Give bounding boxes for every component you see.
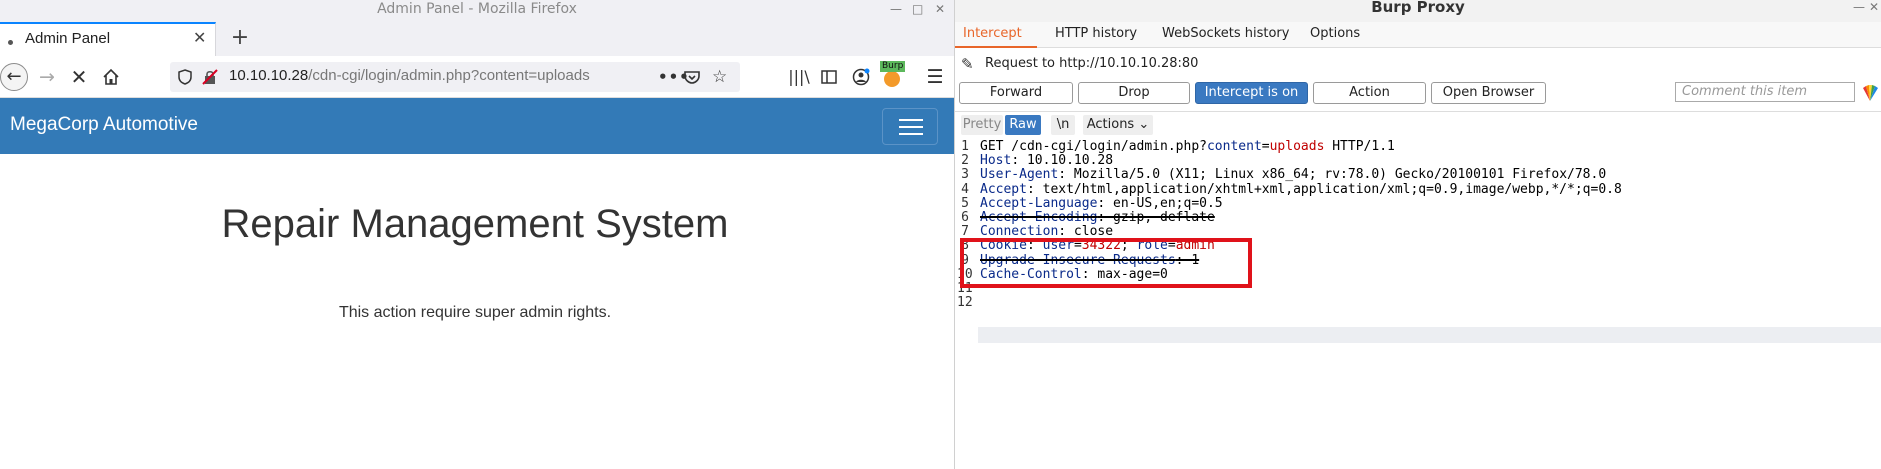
back-icon[interactable]: ← — [0, 63, 28, 91]
line-number: 12 — [957, 295, 973, 311]
library-icon[interactable]: |||\ — [786, 64, 812, 90]
minimize-button[interactable]: — — [890, 0, 902, 20]
burp-close-button[interactable]: ✕ — [1869, 0, 1879, 18]
burp-window-title: Burp Proxy — [1371, 0, 1465, 16]
burp-badge: Burp — [880, 61, 906, 72]
url-path: /cdn-cgi/login/admin.php?content=uploads — [308, 67, 590, 84]
show-newlines-toggle[interactable]: \n — [1051, 115, 1075, 135]
site-navbar: MegaCorp Automotive — [0, 98, 954, 154]
burp-window: Burp Proxy — ✕ Intercept HTTP history We… — [955, 0, 1881, 469]
burp-extension-logo — [884, 71, 900, 87]
sidebar-icon[interactable] — [816, 64, 842, 90]
close-window-button[interactable]: ✕ — [935, 0, 945, 20]
tab-websockets-history[interactable]: WebSockets history — [1162, 26, 1289, 41]
bookmark-star-icon[interactable]: ☆ — [712, 66, 727, 88]
active-tab-indicator — [955, 46, 1037, 48]
editor-actions-label: Actions — [1086, 117, 1135, 132]
tab-close-icon[interactable]: ✕ — [193, 28, 206, 47]
pretty-tab[interactable]: Pretty — [961, 115, 1003, 135]
drop-button[interactable]: Drop — [1078, 82, 1190, 104]
burp-minimize-button[interactable]: — — [1853, 0, 1865, 18]
burp-extension-icon[interactable]: Burp — [874, 61, 906, 91]
intercept-toggle-button[interactable]: Intercept is on — [1195, 82, 1308, 104]
proxy-tabs: Intercept HTTP history WebSockets histor… — [955, 22, 1881, 48]
site-brand[interactable]: MegaCorp Automotive — [10, 114, 198, 136]
request-line: 12 — [955, 294, 1881, 311]
message-editor-toolbar: Pretty Raw \n Actions ⌄ — [955, 111, 1881, 137]
tab-intercept[interactable]: Intercept — [963, 26, 1022, 41]
tab-loading-icon — [8, 40, 13, 45]
request-editor[interactable]: 1 GET /cdn-cgi/login/admin.php?content=up… — [955, 139, 1881, 469]
forward-button[interactable]: Forward — [959, 82, 1073, 104]
navbar-toggler-button[interactable] — [882, 108, 938, 145]
hamburger-icon-bar — [899, 133, 923, 135]
url-bar[interactable]: 10.10.10.28/cdn-cgi/login/admin.php?cont… — [170, 62, 740, 92]
hamburger-icon-bar — [899, 126, 923, 128]
action-button[interactable]: Action — [1313, 82, 1426, 104]
forward-icon[interactable]: → — [34, 64, 60, 90]
current-line-highlight — [978, 327, 1881, 343]
tab-admin-panel[interactable]: Admin Panel ✕ — [0, 22, 216, 58]
editor-actions-dropdown[interactable]: Actions ⌄ — [1083, 115, 1153, 135]
comment-input[interactable]: Comment this item — [1675, 82, 1855, 102]
stop-icon[interactable]: ✕ — [66, 64, 92, 90]
highlight-color-icon[interactable] — [1861, 84, 1879, 102]
tab-options[interactable]: Options — [1310, 26, 1360, 41]
hamburger-icon-bar — [899, 119, 923, 121]
chevron-down-icon: ⌄ — [1138, 117, 1150, 132]
account-icon[interactable] — [848, 64, 874, 90]
insecure-lock-icon[interactable] — [202, 66, 218, 88]
firefox-window: Admin Panel - Mozilla Firefox — □ ✕ Admi… — [0, 0, 954, 469]
page-content: MegaCorp Automotive Repair Management Sy… — [0, 98, 954, 469]
highlight-annotation-box — [960, 238, 1252, 288]
access-message: This action require super admin rights. — [338, 304, 612, 321]
menu-icon[interactable]: ☰ — [922, 64, 948, 90]
edit-pencil-icon: ✎ — [961, 55, 974, 73]
new-tab-button[interactable]: + — [226, 22, 254, 56]
firefox-window-title: Admin Panel - Mozilla Firefox — [377, 1, 577, 17]
shield-icon[interactable] — [178, 66, 192, 88]
tab-label: Admin Panel — [25, 30, 111, 47]
tab-http-history[interactable]: HTTP history — [1055, 26, 1137, 41]
firefox-titlebar: Admin Panel - Mozilla Firefox — □ ✕ — [0, 0, 954, 20]
navigation-toolbar: ← → ✕ 10.10.10.28/cdn-cgi/login/admin.ph… — [0, 56, 954, 98]
maximize-button[interactable]: □ — [912, 0, 923, 20]
home-icon[interactable] — [98, 64, 124, 90]
url-host: 10.10.10.28 — [229, 67, 309, 84]
open-browser-button[interactable]: Open Browser — [1431, 82, 1546, 104]
url-text[interactable]: 10.10.10.28/cdn-cgi/login/admin.php?cont… — [229, 67, 590, 84]
pocket-icon[interactable] — [684, 66, 700, 88]
page-heading: Repair Management System — [221, 202, 729, 246]
burp-titlebar: Burp Proxy — ✕ — [955, 0, 1881, 22]
request-target: Request to http://10.10.10.28:80 — [985, 56, 1199, 71]
raw-tab[interactable]: Raw — [1005, 115, 1041, 135]
